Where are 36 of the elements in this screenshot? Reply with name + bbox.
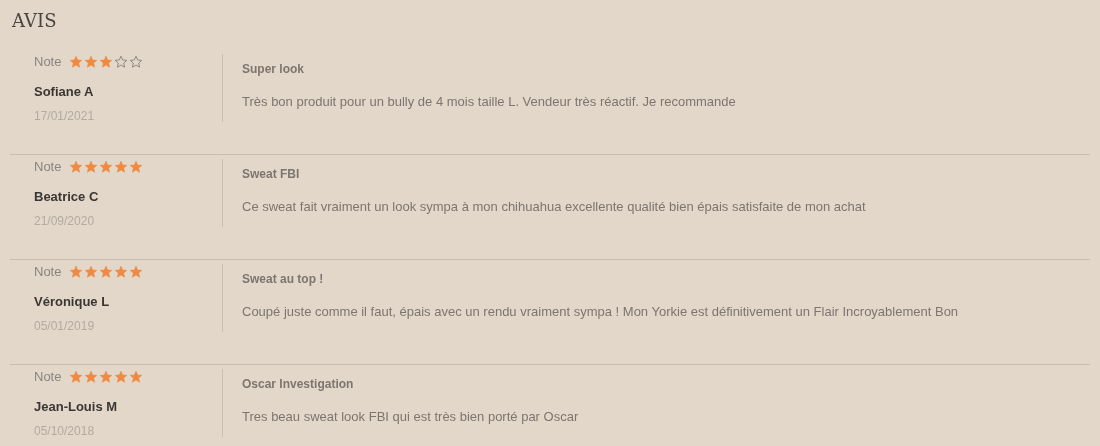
filled-star-icon (114, 370, 129, 384)
filled-star-icon (99, 55, 114, 69)
filled-star-icon (129, 370, 144, 384)
note-label: Note (34, 53, 62, 72)
review-title: Sweat au top ! (242, 271, 324, 288)
filled-star-icon (99, 370, 114, 384)
reviewer-name: Sofiane A (34, 83, 94, 101)
filled-star-icon (84, 265, 99, 279)
filled-star-icon (69, 160, 84, 174)
filled-star-icon (69, 55, 84, 69)
filled-star-icon (129, 160, 144, 174)
note-label: Note (34, 368, 62, 387)
filled-star-icon (69, 370, 84, 384)
filled-star-icon (99, 265, 114, 279)
filled-star-icon (129, 265, 144, 279)
review-title: Oscar Investigation (242, 376, 354, 393)
filled-star-icon (69, 265, 84, 279)
note-label: Note (34, 158, 62, 177)
filled-star-icon (84, 55, 99, 69)
review-text: Tres beau sweat look FBI qui est très bien porté par Oscar (242, 408, 579, 426)
empty-star-icon (129, 55, 144, 69)
review-title: Super look (242, 61, 304, 78)
review-text: Coupé juste comme il faut, épais avec un rendu vraiment sympa ! Mon Yorkie est définitivement un Flair Incroyablement Bon (242, 303, 959, 321)
filled-star-icon (114, 265, 129, 279)
filled-star-icon (84, 160, 99, 174)
section-title: AVIS (11, 9, 57, 32)
review-title: Sweat FBI (242, 166, 300, 183)
filled-star-icon (114, 160, 129, 174)
reviewer-name: Jean-Louis M (34, 398, 118, 416)
filled-star-icon (84, 370, 99, 384)
review-text: Très bon produit pour un bully de 4 mois taille L. Vendeur très réactif. Je recommande (242, 93, 736, 111)
note-label: Note (34, 263, 62, 282)
reviewer-name: Beatrice C (34, 188, 99, 206)
reviewer-name: Véronique L (34, 293, 110, 311)
review-text: Ce sweat fait vraiment un look sympa à mon chihuahua excellente qualité bien épais satisfaite de mon achat (242, 198, 866, 216)
filled-star-icon (99, 160, 114, 174)
